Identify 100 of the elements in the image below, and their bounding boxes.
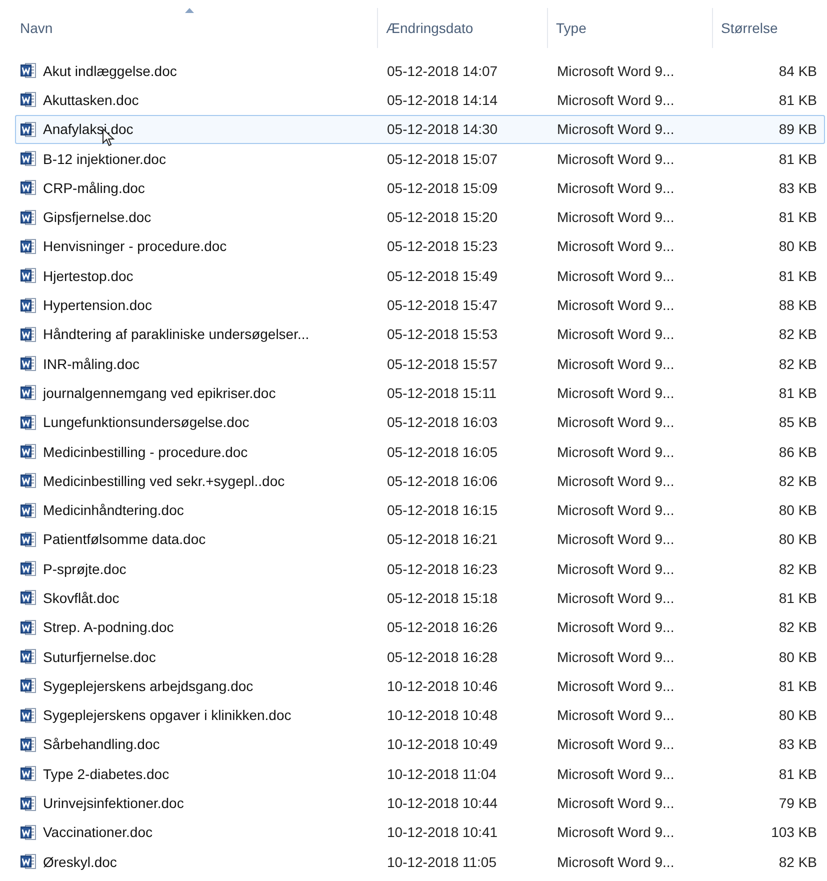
file-name[interactable]: Medicinbestilling ved sekr.+sygepl..doc: [43, 472, 285, 489]
file-name[interactable]: Strep. A-podning.doc: [43, 619, 174, 636]
modified-date: 05-12-2018 15:23: [386, 238, 499, 254]
word-document-icon: [20, 502, 37, 519]
file-size: 82 KB: [778, 356, 818, 372]
file-name[interactable]: Medicinbestilling - procedure.doc: [43, 444, 248, 460]
file-name[interactable]: Akuttasken.doc: [43, 92, 139, 108]
file-name[interactable]: Urinvejsinfektioner.doc: [43, 795, 184, 812]
modified-date: 05-12-2018 16:28: [386, 648, 499, 665]
modified-date: 05-12-2018 15:20: [386, 209, 499, 226]
file-type: Microsoft Word 9...: [556, 648, 676, 665]
column-header[interactable]: Ændringsdato: [378, 8, 548, 48]
word-document-icon: [20, 238, 37, 255]
modified-date: 05-12-2018 14:07: [386, 62, 499, 79]
modified-date: 05-12-2018 14:14: [386, 92, 499, 108]
file-type: Microsoft Word 9...: [556, 502, 676, 518]
file-size: 84 KB: [778, 62, 818, 79]
word-document-icon: [20, 296, 37, 314]
file-name[interactable]: INR-måling.doc: [43, 356, 140, 372]
word-document-icon: [20, 62, 37, 80]
modified-date: 05-12-2018 15:18: [386, 590, 499, 606]
file-type: Microsoft Word 9...: [556, 854, 676, 870]
file-size: 81 KB: [778, 92, 818, 108]
word-document-icon: [20, 443, 37, 460]
file-name[interactable]: Henvisninger - procedure.doc: [43, 238, 227, 254]
word-document-icon: [20, 179, 37, 196]
hovered-row[interactable]: Anafylaksi.doc 05-12-2018 14:30 Microsoft Word 9... 89 KB: [15, 114, 825, 144]
file-size: 85 KB: [778, 414, 818, 430]
modified-date: 05-12-2018 16:15: [386, 502, 499, 518]
file-size: 88 KB: [778, 297, 818, 314]
word-document-icon: [20, 150, 37, 168]
file-name[interactable]: Lungefunktionsundersøgelse.doc: [43, 414, 250, 430]
file-name[interactable]: Øreskyl.doc: [43, 854, 117, 870]
file-name[interactable]: Anafylaksi.doc: [43, 121, 134, 138]
word-document-icon: [20, 530, 37, 548]
file-name[interactable]: Vaccinationer.doc: [43, 824, 152, 840]
file-type: Microsoft Word 9...: [556, 121, 676, 138]
file-name[interactable]: Skovflåt.doc: [43, 590, 120, 606]
modified-date: 10-12-2018 10:46: [386, 678, 499, 694]
word-document-icon: [20, 120, 37, 138]
file-type: Microsoft Word 9...: [556, 678, 676, 694]
file-size: 82 KB: [778, 472, 818, 489]
column-header[interactable]: Type: [548, 8, 713, 48]
modified-date: 05-12-2018 16:23: [386, 560, 499, 577]
file-size: 82 KB: [778, 854, 818, 870]
column-header[interactable]: Størrelse: [713, 8, 827, 48]
word-document-icon: [20, 414, 37, 431]
modified-date: 05-12-2018 16:03: [386, 414, 499, 430]
file-size: 81 KB: [778, 590, 818, 606]
file-size: 103 KB: [770, 824, 818, 840]
file-name[interactable]: CRP-måling.doc: [43, 180, 145, 196]
modified-date: 05-12-2018 16:21: [386, 531, 499, 548]
file-name[interactable]: Patientfølsomme data.doc: [43, 531, 206, 548]
modified-date: 05-12-2018 15:47: [386, 297, 499, 314]
word-document-icon: [20, 736, 37, 753]
word-document-icon: [20, 326, 37, 343]
modified-date: 10-12-2018 10:49: [386, 736, 499, 752]
word-document-icon: [20, 648, 37, 666]
file-name[interactable]: Akut indlæggelse.doc: [43, 62, 177, 79]
file-size: 83 KB: [778, 180, 818, 196]
file-type: Microsoft Word 9...: [556, 531, 676, 548]
modified-date: 05-12-2018 16:05: [386, 444, 499, 460]
file-type: Microsoft Word 9...: [556, 62, 676, 79]
file-name[interactable]: Håndtering af parakliniske undersøgelser...: [43, 326, 310, 342]
file-name[interactable]: Hjertestop.doc: [43, 268, 134, 284]
file-name[interactable]: Gipsfjernelse.doc: [43, 209, 152, 226]
file-type: Microsoft Word 9...: [556, 472, 676, 489]
file-size: 80 KB: [778, 648, 818, 665]
file-size: 81 KB: [778, 268, 818, 284]
word-document-icon: [20, 560, 37, 578]
file-name[interactable]: Medicinhåndtering.doc: [43, 502, 184, 518]
file-size: 81 KB: [778, 678, 818, 694]
file-name[interactable]: Suturfjernelse.doc: [43, 648, 156, 665]
word-document-icon: [20, 589, 37, 606]
file-size: 80 KB: [778, 238, 818, 254]
file-name[interactable]: Sygeplejerskens opgaver i klinikken.doc: [43, 707, 292, 724]
file-size: 81 KB: [778, 209, 818, 226]
word-document-icon: [20, 267, 37, 284]
file-type: Microsoft Word 9...: [556, 268, 676, 284]
file-type: Microsoft Word 9...: [556, 326, 676, 342]
file-type: Microsoft Word 9...: [556, 92, 676, 108]
file-size: 82 KB: [778, 560, 818, 577]
file-name[interactable]: Hypertension.doc: [43, 297, 152, 314]
file-size: 80 KB: [778, 502, 818, 518]
column-header[interactable]: Navn: [0, 8, 378, 48]
file-size: 79 KB: [778, 795, 818, 812]
file-name[interactable]: journalgennemgang ved epikriser.doc: [43, 384, 276, 401]
modified-date: 05-12-2018 15:57: [386, 356, 499, 372]
file-type: Microsoft Word 9...: [556, 297, 676, 314]
file-type: Microsoft Word 9...: [556, 736, 676, 752]
file-name[interactable]: Sygeplejerskens arbejdsgang.doc: [43, 678, 254, 694]
word-document-icon: [20, 472, 37, 490]
file-type: Microsoft Word 9...: [556, 590, 676, 606]
modified-date: 05-12-2018 15:53: [386, 326, 499, 342]
modified-date: 10-12-2018 10:44: [386, 795, 499, 812]
file-size: 81 KB: [778, 150, 818, 167]
file-name[interactable]: B-12 injektioner.doc: [43, 150, 166, 167]
file-name[interactable]: P-sprøjte.doc: [43, 560, 126, 577]
file-name[interactable]: Type 2-diabetes.doc: [43, 766, 170, 782]
file-name[interactable]: Sårbehandling.doc: [43, 736, 160, 752]
